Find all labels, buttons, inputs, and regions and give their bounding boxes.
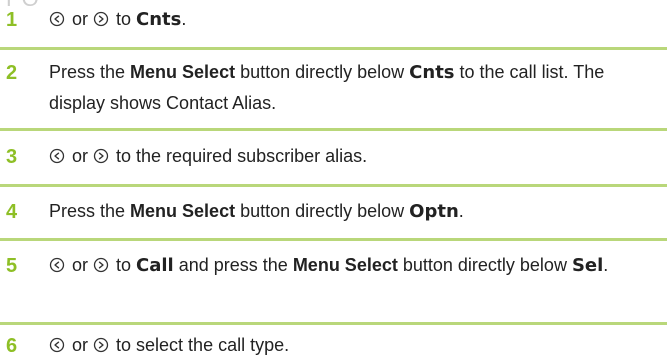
nav-right-icon [93,11,109,27]
text-run: Press the [49,62,131,82]
step-number: 2 [6,62,18,84]
display-label: Optn [409,201,459,222]
nav-right-icon [93,337,109,353]
nav-right-icon [93,148,109,164]
text-run: button directly below [235,62,410,82]
text-run: or [67,146,94,166]
text-run: to select the call type. [111,335,290,355]
button-name: Menu Select [130,62,236,82]
text-run: button directly below [235,201,410,221]
step-number: 6 [6,335,18,357]
step-number: 4 [6,201,18,223]
nav-left-icon [49,148,65,164]
step-divider [0,322,667,325]
text-run: and press the [173,255,293,275]
step-number: 1 [6,9,18,31]
text-run: to the required subscriber alias. [111,146,368,166]
nav-left-icon [49,257,65,273]
text-run: button directly below [397,255,572,275]
button-name: Menu Select [130,201,236,221]
text-run: to [111,255,137,275]
text-run: . [603,255,609,275]
step-text: or to the required subscriber alias. [49,141,667,171]
text-run: or [67,335,94,355]
nav-left-icon [49,337,65,353]
display-label: Cnts [409,62,455,83]
text-run: or [67,9,94,29]
display-label: Cnts [136,9,182,30]
display-label: Call [136,255,174,276]
step-text: or to Cnts. [49,4,667,35]
text-run: or [67,255,94,275]
step-number: 5 [6,255,18,277]
text-run: . [458,201,464,221]
button-name: Menu Select [292,255,398,275]
step-text: or to Call and press the Menu Select but… [49,250,667,281]
step-divider [0,47,667,50]
step-text: Press the Menu Select button directly be… [49,57,659,118]
step-text: Press the Menu Select button directly be… [49,196,667,227]
text-run: Press the [49,201,131,221]
nav-right-icon [93,257,109,273]
text-run: . [181,9,187,29]
step-divider [0,184,667,187]
display-label: Sel [571,255,604,276]
text-run: to [111,9,137,29]
nav-left-icon [49,11,65,27]
step-divider [0,128,667,131]
step-divider [0,238,667,241]
step-number: 3 [6,146,18,168]
step-text: or to select the call type. [49,330,667,360]
